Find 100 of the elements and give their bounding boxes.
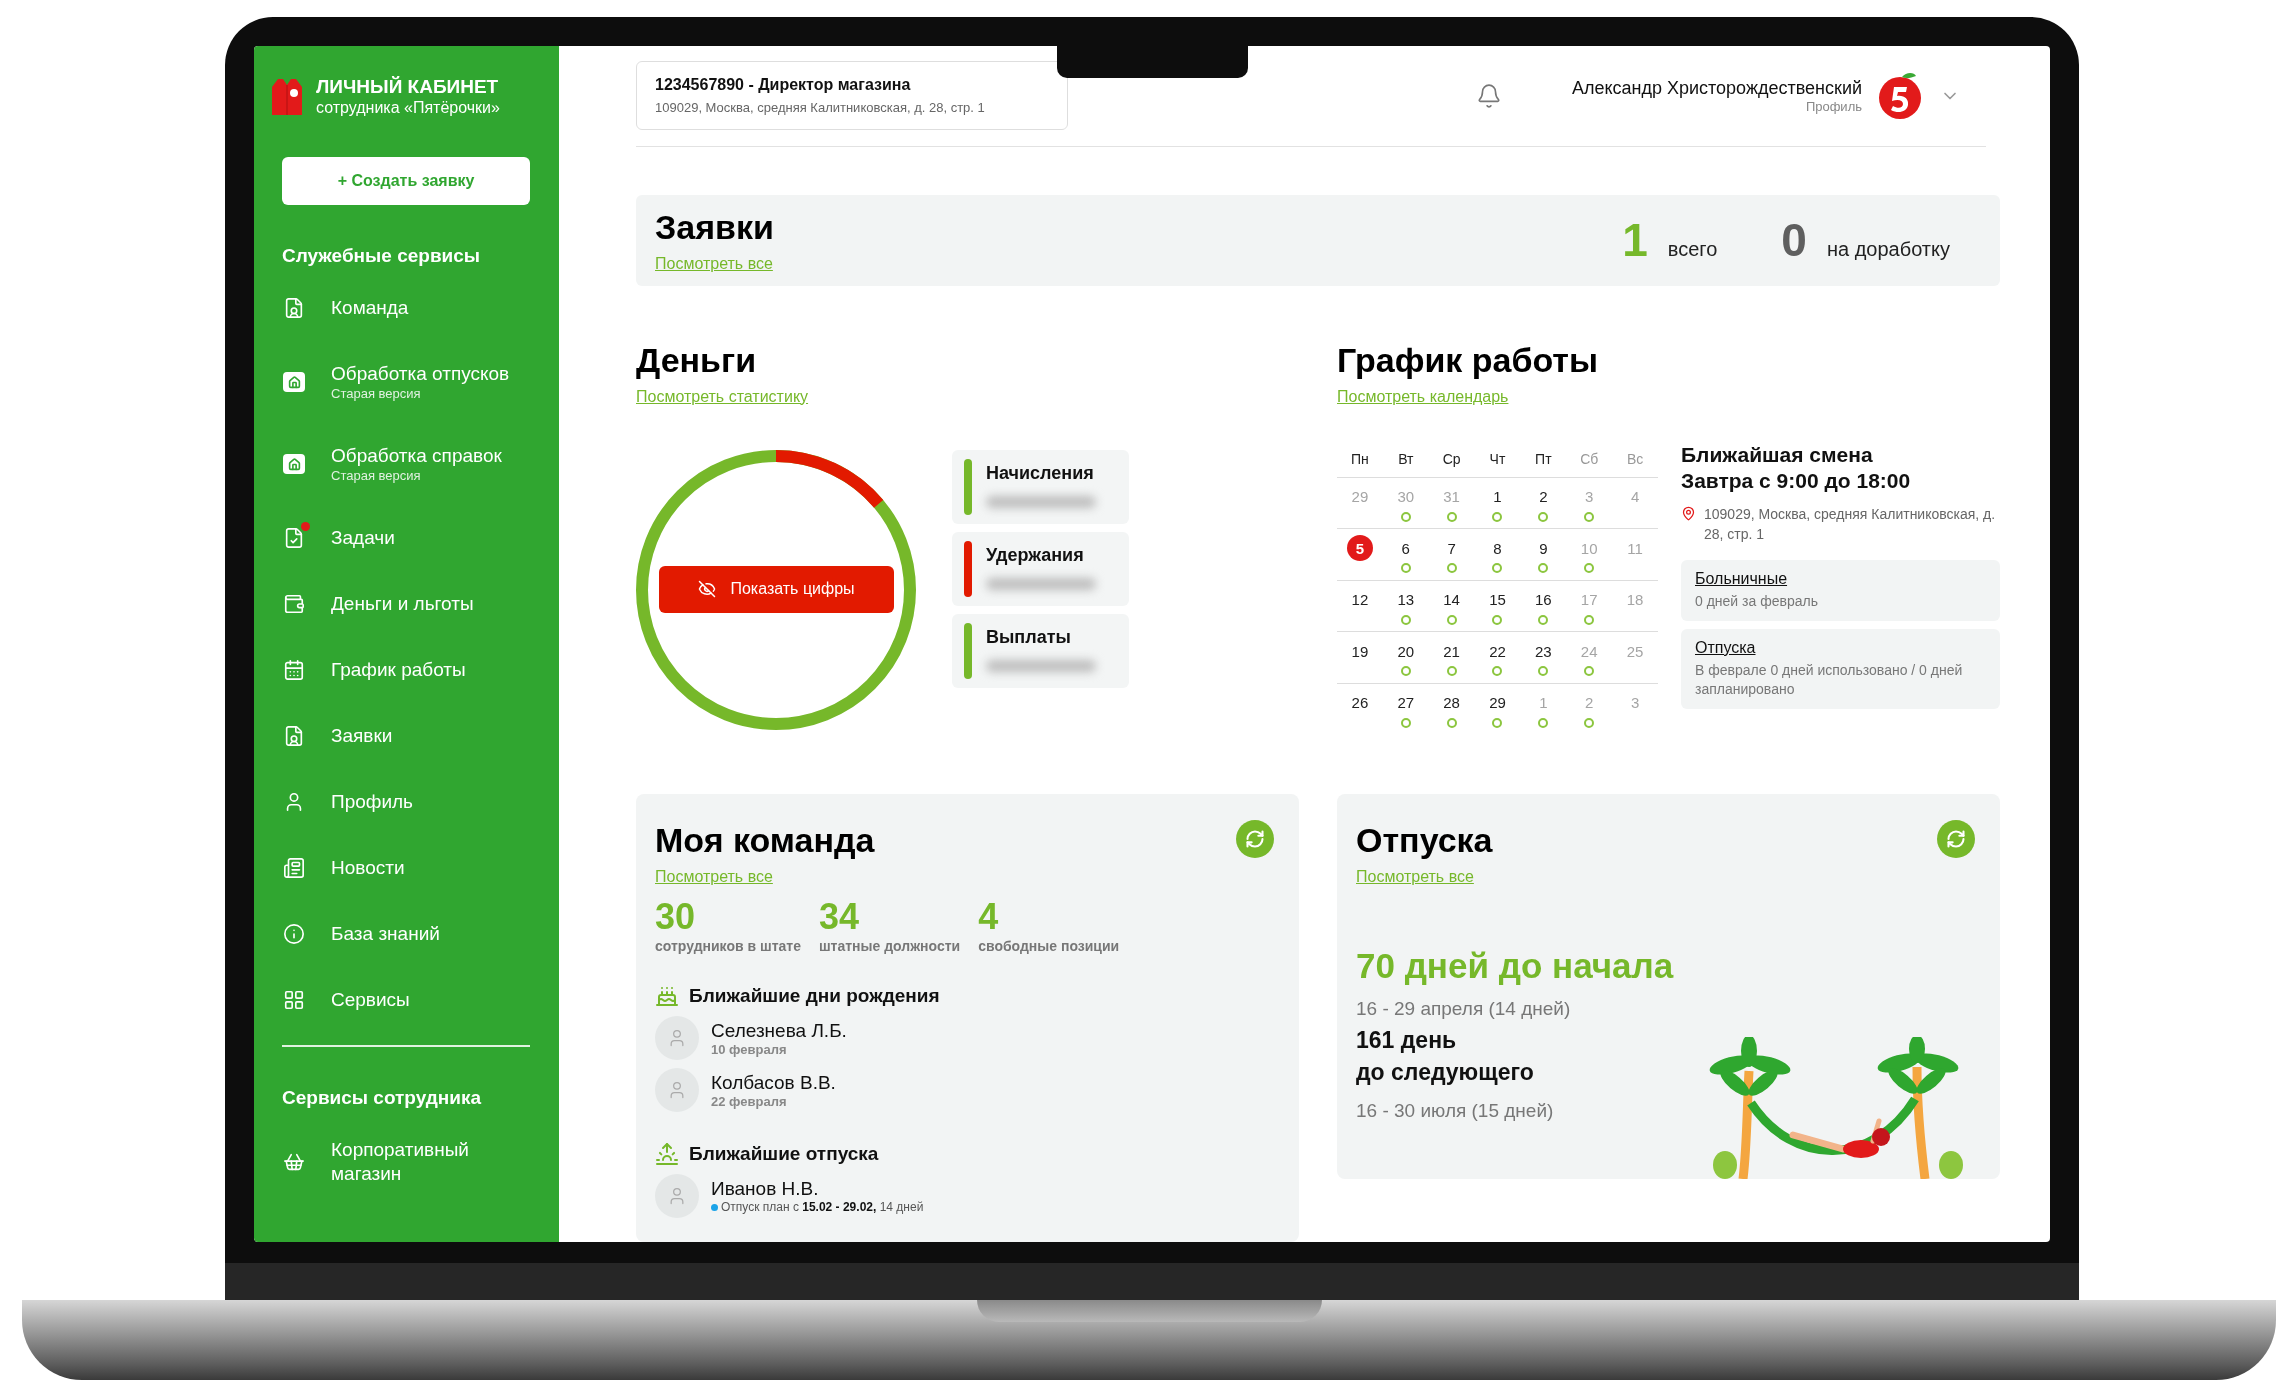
sidebar-item[interactable]: Команда	[282, 275, 540, 341]
calendar-day[interactable]: 3	[1622, 689, 1649, 716]
calendar-day[interactable]: 28	[1438, 689, 1465, 716]
vacation-dates: 16 - 29 апреля (14 дней)	[1356, 998, 1572, 1020]
calendar-day[interactable]: 22	[1484, 638, 1511, 664]
calendar-day[interactable]: 14	[1438, 586, 1465, 613]
sidebar-item[interactable]: База знаний	[282, 901, 540, 967]
team-stat-number: 4	[978, 896, 1000, 938]
sidebar-item[interactable]: Новости	[282, 835, 540, 901]
calendar-day[interactable]: 20	[1392, 638, 1419, 664]
stat-number: 1	[1622, 213, 1648, 268]
calendar-day[interactable]: 31	[1438, 483, 1465, 510]
sidebar-item[interactable]: Заявки	[282, 703, 540, 769]
refresh-icon	[1245, 829, 1265, 849]
calendar-day[interactable]: 19	[1346, 638, 1373, 664]
refresh-button[interactable]	[1236, 820, 1274, 858]
basket-icon	[283, 1151, 305, 1173]
team-stat-number: 30	[655, 896, 697, 938]
section-title: График работы	[1337, 339, 1600, 380]
calendar-day[interactable]: 16	[1530, 586, 1557, 613]
person-name: Иванов Н.В.	[711, 1178, 820, 1200]
sidebar-item[interactable]: Деньги и льготы	[282, 571, 540, 637]
calendar-day[interactable]: 6	[1392, 535, 1419, 561]
team-stat-number: 34	[818, 896, 860, 938]
calendar-day[interactable]: 30	[1392, 483, 1419, 510]
calendar-day[interactable]: 23	[1530, 638, 1557, 664]
vest-logo-icon	[270, 76, 304, 117]
calendar-day[interactable]: 12	[1346, 586, 1373, 613]
sidebar-item[interactable]: Обработка справок Старая версия	[282, 423, 540, 505]
weekday-label: Сб	[1579, 450, 1600, 469]
calendar-day[interactable]: 21	[1438, 638, 1465, 664]
logo-icon	[1876, 71, 1924, 120]
info-card-link[interactable]: Отпуска	[1695, 638, 1756, 657]
stat-label: на доработку	[1826, 238, 1950, 262]
calendar-day[interactable]: 1	[1484, 483, 1511, 510]
calendar-link[interactable]: Посмотреть календарь	[1337, 387, 1509, 406]
document-person-icon	[283, 297, 305, 319]
calendar-day[interactable]: 15	[1484, 586, 1511, 613]
sidebar-item[interactable]: Сервисы	[282, 967, 540, 1033]
calendar-day[interactable]: 27	[1392, 689, 1419, 716]
calendar-day[interactable]: 2	[1530, 483, 1557, 510]
store-selector[interactable]: 1234567890 - Директор магазина 109029, Москва, средняя Калитниковская, д. 28, стр. 1	[636, 61, 1068, 130]
calendar-day[interactable]: 13	[1392, 586, 1419, 613]
home-icon	[283, 454, 305, 474]
calendar-day[interactable]: 24	[1576, 638, 1603, 664]
next-shift-title: Ближайшая смена	[1681, 441, 1874, 468]
show-numbers-button[interactable]: Показать цифры	[659, 565, 894, 613]
calendar-day[interactable]: 5	[1346, 535, 1373, 561]
calendar-day[interactable]: 3	[1576, 483, 1603, 510]
next-vacation-count: 161 день	[1356, 1026, 1458, 1055]
info-card-text: В феврале 0 дней использовано / 0 дней запланировано	[1695, 660, 1964, 699]
create-request-button[interactable]: + Создать заявку	[282, 157, 530, 205]
next-shift-time: Завтра с 9:00 до 18:00	[1681, 467, 1912, 494]
eye-off-icon	[698, 580, 717, 598]
calendar-day[interactable]: 18	[1622, 586, 1649, 613]
calendar-day[interactable]: 10	[1576, 535, 1603, 561]
sidebar-item[interactable]: Задачи	[282, 505, 540, 571]
weekday-label: Пт	[1534, 450, 1553, 469]
sidebar-item[interactable]: График работы	[282, 637, 540, 703]
calendar-icon	[283, 659, 305, 681]
statistics-link[interactable]: Посмотреть статистику	[636, 387, 809, 406]
weekday-label: Вт	[1397, 450, 1415, 469]
birthdays-heading: Ближайшие дни рождения	[689, 985, 940, 1007]
calendar-day[interactable]: 11	[1622, 535, 1649, 561]
calendar-day[interactable]: 9	[1530, 535, 1557, 561]
cake-icon	[655, 984, 679, 1008]
sidebar-item[interactable]: Корпоративный магазин	[282, 1117, 540, 1207]
weekday-label: Ср	[1441, 450, 1462, 469]
sunrise-icon	[655, 1142, 679, 1166]
person-name: Колбасов В.В.	[711, 1071, 836, 1094]
calendar-day[interactable]: 8	[1484, 535, 1511, 561]
calendar-day[interactable]: 26	[1346, 689, 1373, 716]
calendar-day[interactable]: 7	[1438, 535, 1465, 561]
view-all-link[interactable]: Посмотреть все	[655, 868, 773, 886]
home-icon	[283, 372, 305, 392]
sidebar-item[interactable]: Обработка отпусков Старая версия	[282, 341, 540, 423]
team-stat-label: штатные должности	[818, 938, 961, 954]
sidebar-item[interactable]: Профиль	[282, 769, 540, 835]
section-title: Деньги	[636, 339, 758, 380]
calendar-day[interactable]: 1	[1530, 689, 1557, 716]
info-icon	[283, 923, 305, 945]
section-title: Отпуска	[1356, 820, 1493, 860]
calendar-day[interactable]: 17	[1576, 586, 1603, 613]
view-all-link[interactable]: Посмотреть все	[655, 255, 773, 274]
calendar-day[interactable]: 29	[1346, 483, 1373, 510]
stat-number: 0	[1781, 213, 1807, 268]
info-card-link[interactable]: Больничные	[1695, 569, 1788, 588]
profile-link[interactable]: Профиль	[1805, 98, 1862, 114]
refresh-button[interactable]	[1937, 820, 1975, 858]
calendar-day[interactable]: 25	[1622, 638, 1649, 664]
document-check-icon	[283, 527, 305, 549]
calendar-day[interactable]: 2	[1576, 689, 1603, 716]
calendar-day[interactable]: 4	[1622, 483, 1649, 510]
section-title: Заявки	[655, 207, 774, 248]
weekday-label: Пн	[1350, 450, 1370, 469]
view-all-link[interactable]: Посмотреть все	[1356, 868, 1474, 886]
logo-subtitle: сотрудника «Пятёрочки»	[316, 98, 500, 117]
calendar-day[interactable]: 29	[1484, 689, 1511, 716]
team-stat-label: свободные позиции	[978, 938, 1120, 954]
avatar-placeholder	[655, 1068, 699, 1112]
